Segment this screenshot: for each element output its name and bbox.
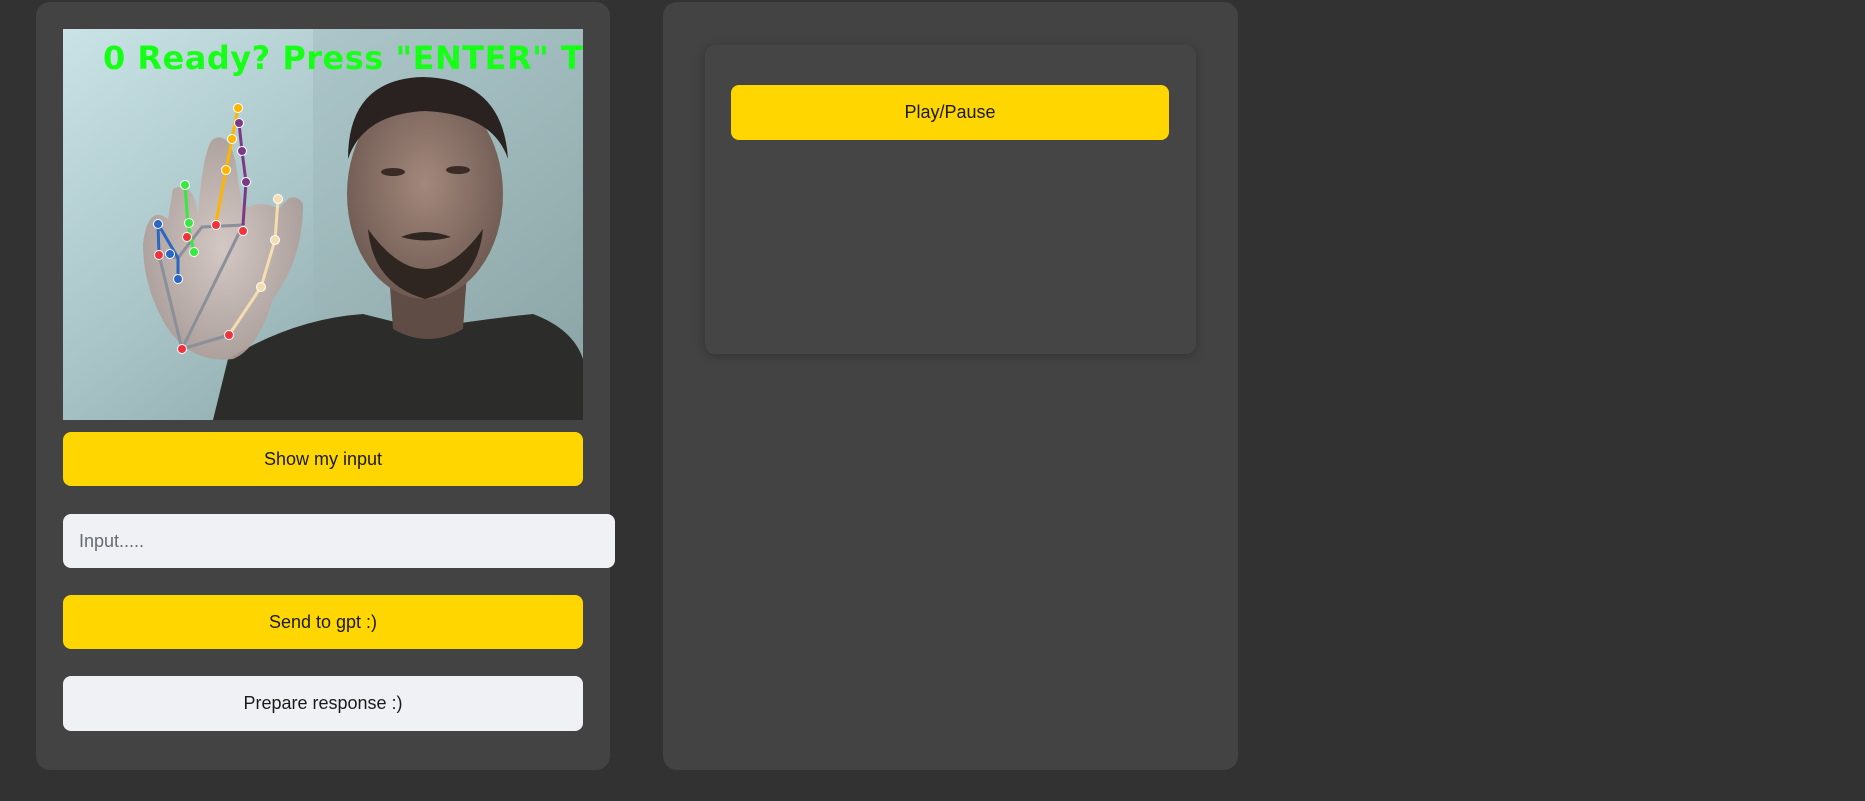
camera-panel: 0 Ready? Press "ENTER" TO Show my input … xyxy=(36,2,615,770)
prepare-response-button[interactable]: Prepare response :) xyxy=(63,676,583,731)
webcam-image xyxy=(63,29,583,420)
response-panel: Play/Pause xyxy=(663,2,1238,770)
gesture-status-overlay: 0 Ready? Press "ENTER" TO xyxy=(103,39,583,77)
send-to-gpt-button[interactable]: Send to gpt :) xyxy=(63,595,583,649)
webcam-feed: 0 Ready? Press "ENTER" TO xyxy=(63,29,583,420)
text-input-field[interactable] xyxy=(63,514,615,568)
show-input-button[interactable]: Show my input xyxy=(63,432,583,486)
audio-player-card: Play/Pause xyxy=(705,45,1196,354)
play-pause-button[interactable]: Play/Pause xyxy=(731,85,1169,140)
